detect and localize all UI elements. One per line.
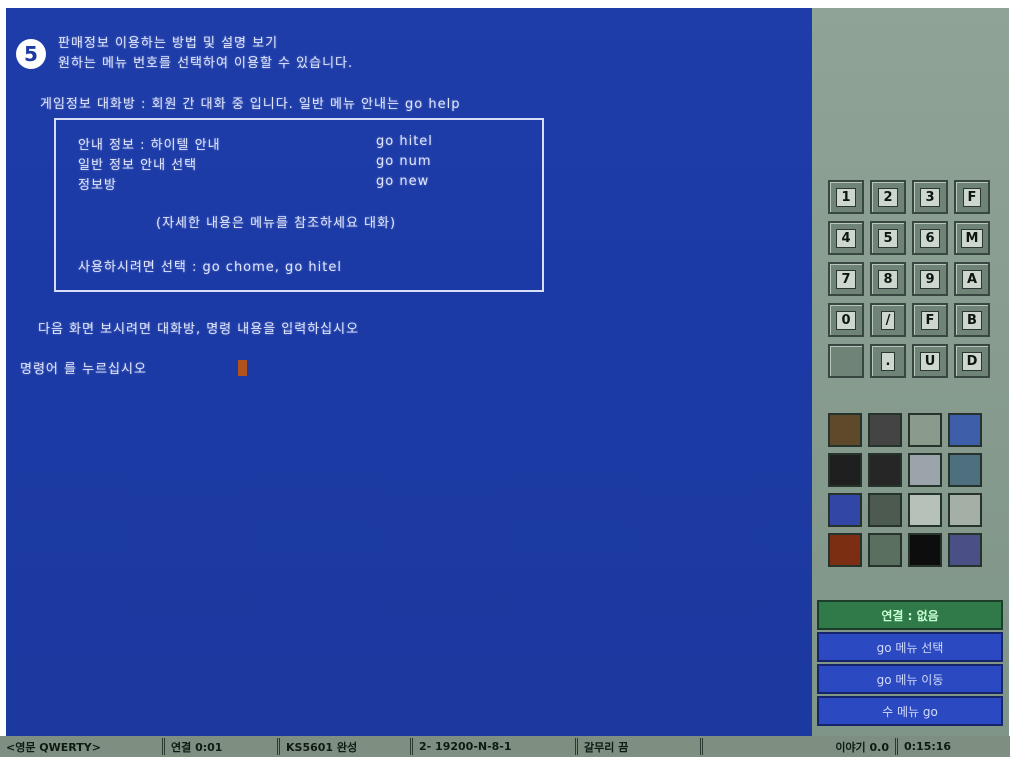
keypad-key[interactable]: 3 <box>912 180 948 214</box>
talk-counter: 이야기 0.0 <box>703 738 898 755</box>
keypad-key-label: 3 <box>920 187 940 207</box>
black-square-icon[interactable] <box>908 533 942 567</box>
connect-time: 연결 0:01 <box>165 738 280 755</box>
keypad-key[interactable]: 4 <box>828 221 864 255</box>
camera-icon[interactable] <box>908 413 942 447</box>
intro-line-1: 판매정보 이용하는 방법 및 설명 보기 <box>58 36 279 51</box>
keypad-key-label: 8 <box>878 269 898 289</box>
list-icon[interactable] <box>908 493 942 527</box>
keypad-key-label: / <box>880 310 896 330</box>
keypad-key-label: 9 <box>920 269 940 289</box>
clock: 0:15:16 <box>904 740 952 753</box>
menu-item-label: 일반 정보 안내 선택 <box>78 158 198 173</box>
keypad-key-label: 5 <box>878 228 898 248</box>
keypad-key-label: B <box>962 310 982 330</box>
go-button-1[interactable]: go 메뉴 선택 <box>817 632 1003 662</box>
keypad-key[interactable]: 0 <box>828 303 864 337</box>
keypad-key[interactable]: 2 <box>870 180 906 214</box>
sky-icon[interactable] <box>948 453 982 487</box>
keypad-key-label: F <box>962 187 982 207</box>
step-number-badge: 5 <box>16 39 46 69</box>
keypad-key-label: 6 <box>920 228 940 248</box>
keypad-key[interactable]: 8 <box>870 262 906 296</box>
menu-item-label: 정보방 <box>78 178 117 193</box>
keypad-key[interactable]: F <box>912 303 948 337</box>
keypad-key-label: U <box>919 351 941 371</box>
keypad-key[interactable]: 7 <box>828 262 864 296</box>
keypad-key[interactable]: B <box>954 303 990 337</box>
keypad-key-label: 7 <box>836 269 856 289</box>
terminal-screen[interactable]: 5 판매정보 이용하는 방법 및 설명 보기 원하는 메뉴 번호를 선택하여 이… <box>6 8 812 736</box>
go-button-3[interactable]: 수 메뉴 go <box>817 696 1003 726</box>
keypad-key[interactable]: 1 <box>828 180 864 214</box>
keypad-key[interactable] <box>828 344 864 378</box>
keypad-key[interactable]: 5 <box>870 221 906 255</box>
menu-item-command: go new <box>376 174 430 189</box>
dark-box-icon[interactable] <box>868 453 902 487</box>
door-icon[interactable] <box>828 413 862 447</box>
flag-icon[interactable] <box>948 533 982 567</box>
grid-icon[interactable] <box>948 493 982 527</box>
keypad-key-label: 4 <box>836 228 856 248</box>
keypad-key[interactable]: M <box>954 221 990 255</box>
menu-box: 안내 정보 : 하이텔 안내 go hitel 일반 정보 안내 선택 go n… <box>54 118 544 292</box>
chart-icon[interactable] <box>868 533 902 567</box>
input-mode: <영문 QWERTY> <box>0 738 165 755</box>
keypad-key-label: M <box>960 228 984 248</box>
portrait-icon[interactable] <box>908 453 942 487</box>
guide-line: 게임정보 대화방 : 회원 간 대화 중 입니다. 일반 메뉴 안내는 go h… <box>40 97 461 112</box>
face-icon[interactable] <box>868 413 902 447</box>
screen-icon[interactable] <box>948 413 982 447</box>
keypad-key[interactable]: D <box>954 344 990 378</box>
keypad-key-label: A <box>961 269 983 289</box>
keypad: 1 2 3 F 4 5 6 M 7 8 9 A 0 / F B. U D <box>828 180 990 378</box>
keypad-key[interactable]: A <box>954 262 990 296</box>
menu-note: (자세한 내용은 메뉴를 참조하세요 대화) <box>156 216 397 231</box>
dark-door-icon[interactable] <box>828 453 862 487</box>
terminal-encoding: KS5601 완성 <box>280 738 413 755</box>
menu-footer: 사용하시려면 선택 : go chome, go hitel <box>78 260 342 275</box>
menu-item-command: go hitel <box>376 134 433 149</box>
panel-icon[interactable] <box>868 493 902 527</box>
keypad-key[interactable]: F <box>954 180 990 214</box>
keypad-key-label: 1 <box>836 187 856 207</box>
go-button-2[interactable]: go 메뉴 이동 <box>817 664 1003 694</box>
keypad-key[interactable]: 9 <box>912 262 948 296</box>
connection-status-chip: 연결 : 없음 <box>817 600 1003 630</box>
fire-icon[interactable] <box>828 533 862 567</box>
keypad-key-label: . <box>880 351 896 371</box>
capture-status: 갈무리 끔 <box>578 738 703 755</box>
keypad-key[interactable]: . <box>870 344 906 378</box>
blue-screen-icon[interactable] <box>828 493 862 527</box>
keypad-key[interactable]: 6 <box>912 221 948 255</box>
status-bar: <영문 QWERTY> 연결 0:01 KS5601 완성 2- 19200-N… <box>0 736 1010 757</box>
keypad-key-label: 2 <box>878 187 898 207</box>
command-prompt: 명령어 를 누르십시오 <box>20 362 147 377</box>
icon-toolbar <box>828 413 982 567</box>
keypad-key-label: F <box>920 310 940 330</box>
keypad-key[interactable]: / <box>870 303 906 337</box>
keypad-key-label: 0 <box>836 310 856 330</box>
text-cursor[interactable] <box>238 360 247 376</box>
side-panel: 1 2 3 F 4 5 6 M 7 8 9 A 0 / F B. U D 연결 : 없음 go 메뉴 선택 go … <box>812 8 1009 736</box>
menu-item-label: 안내 정보 : 하이텔 안내 <box>78 138 221 153</box>
keypad-key-label: D <box>961 351 983 371</box>
keypad-key[interactable]: U <box>912 344 948 378</box>
line-settings: 2- 19200-N-8-1 <box>413 738 578 755</box>
bottom-hint: 다음 화면 보시려면 대화방, 명령 내용을 입력하십시오 <box>38 322 360 337</box>
menu-item-command: go num <box>376 154 432 169</box>
intro-line-2: 원하는 메뉴 번호를 선택하여 이용할 수 있습니다. <box>58 56 354 71</box>
